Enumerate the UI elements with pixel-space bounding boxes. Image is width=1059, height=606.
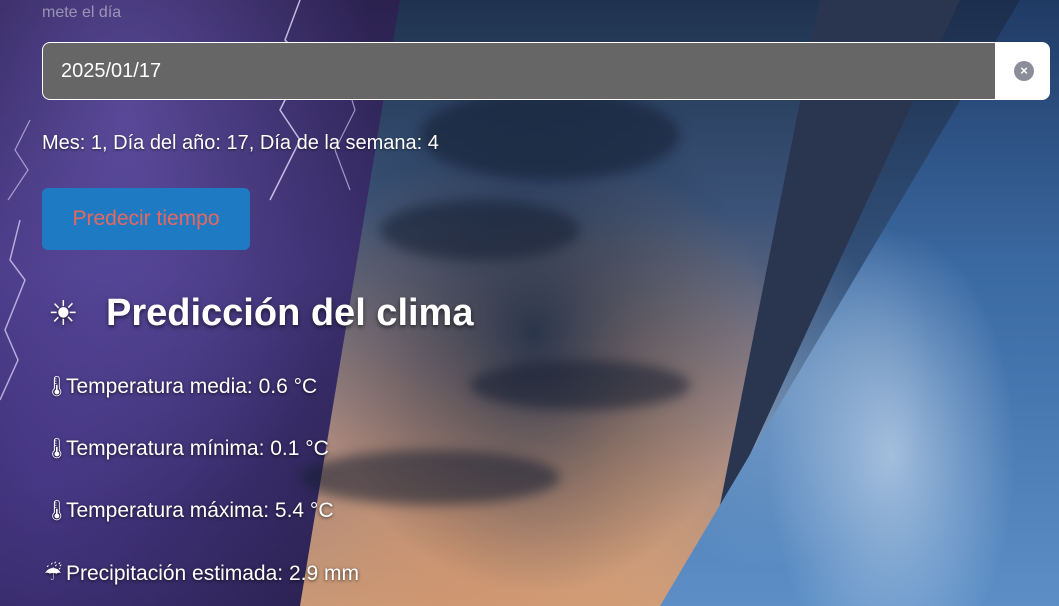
metric-text: Precipitación estimada: 2.9 mm (66, 562, 359, 585)
forecast-heading: ☀ Predicción del clima (48, 292, 473, 335)
sun-behind-cloud-icon: ☀ (48, 295, 79, 333)
predict-weather-button[interactable]: Predecir tiempo (42, 188, 250, 250)
date-input-container: × (42, 42, 1050, 100)
metric-precipitation: ☔ Precipitación estimada: 2.9 mm (44, 561, 359, 586)
metric-text: Temperatura máxima: 5.4 °C (66, 499, 334, 522)
metric-text: Temperatura mínima: 0.1 °C (66, 437, 329, 460)
metric-temperature-min: 🌡Temperatura mínima: 0.1 °C (44, 436, 329, 461)
metric-text: Temperatura media: 0.6 °C (66, 375, 318, 398)
metric-temperature-max: 🌡Temperatura máxima: 5.4 °C (44, 498, 334, 523)
cloud-shape (470, 360, 690, 410)
date-input-label: mete el día (42, 4, 122, 21)
clear-date-button[interactable]: × (1014, 61, 1034, 81)
rain-cloud-icon: ☔ (44, 563, 62, 585)
date-info-text: Mes: 1, Día del año: 17, Día de la seman… (42, 132, 439, 154)
thermometer-icon: 🌡 (44, 438, 70, 460)
metric-temperature-mean: 🌡Temperatura media: 0.6 °C (44, 374, 317, 399)
thermometer-icon: 🌡 (44, 500, 70, 522)
thermometer-icon: 🌡 (44, 376, 70, 398)
forecast-title-text: Predicción del clima (106, 292, 474, 334)
date-input[interactable] (43, 43, 995, 99)
close-icon: × (1020, 63, 1028, 78)
cloud-shape (420, 90, 680, 180)
